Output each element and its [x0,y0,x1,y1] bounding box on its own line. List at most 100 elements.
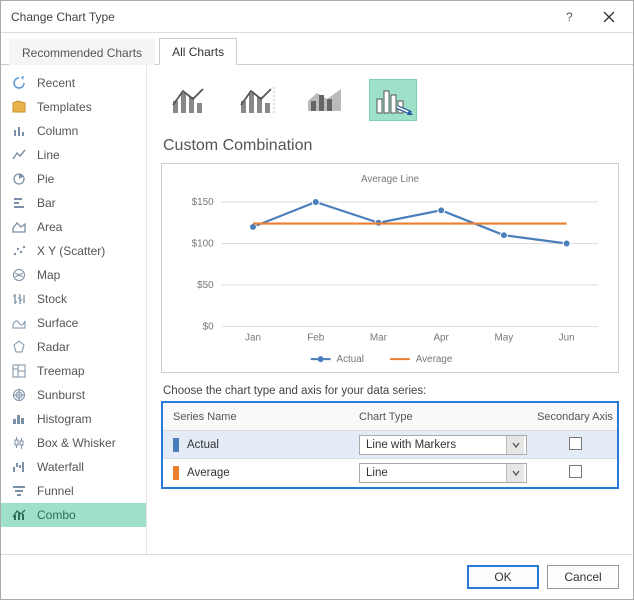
sidebar-item-label: Radar [37,340,70,354]
header-secondary-axis: Secondary Axis [533,411,617,423]
svg-text:?: ? [566,11,573,23]
sidebar-item-label: Treemap [37,364,85,378]
tab-row: Recommended Charts All Charts [1,37,633,65]
secondary-axis-checkbox-actual[interactable] [569,437,582,450]
subtype-icon [169,83,209,117]
sidebar-item-sunburst[interactable]: Sunburst [1,383,146,407]
sidebar-item-histogram[interactable]: Histogram [1,407,146,431]
sidebar-item-xyscatter[interactable]: X Y (Scatter) [1,239,146,263]
radar-icon [11,339,27,355]
series-name: Actual [187,439,219,451]
svg-text:Mar: Mar [370,332,388,343]
series-row-actual[interactable]: Actual Line with Markers [163,431,617,459]
chart-category-sidebar: Recent Templates Column Line Pie Bar [1,65,147,554]
change-chart-type-dialog: Change Chart Type ? Recommended Charts A… [0,0,634,600]
stock-icon [11,291,27,307]
sunburst-icon [11,387,27,403]
subtype-stacked-area-column[interactable] [301,79,349,121]
series-table: Series Name Chart Type Secondary Axis Ac… [161,401,619,489]
tab-all-charts[interactable]: All Charts [159,38,237,65]
sidebar-item-funnel[interactable]: Funnel [1,479,146,503]
sidebar-item-radar[interactable]: Radar [1,335,146,359]
chart-type-dropdown-average[interactable]: Line [359,463,527,483]
chart-type-dropdown-actual[interactable]: Line with Markers [359,435,527,455]
subtype-clustered-column-line-secondary[interactable] [233,79,281,121]
sidebar-item-stock[interactable]: Stock [1,287,146,311]
section-title: Custom Combination [163,137,619,155]
series-swatch [173,466,179,480]
sidebar-item-recent[interactable]: Recent [1,71,146,95]
dropdown-value: Line with Markers [366,439,456,451]
header-series-name: Series Name [163,411,353,423]
svg-text:Average Line: Average Line [361,174,420,185]
sidebar-item-combo[interactable]: Combo [1,503,146,527]
series-instruction: Choose the chart type and axis for your … [163,385,619,397]
sidebar-item-label: Waterfall [37,460,84,474]
svg-text:$150: $150 [192,197,215,208]
scatter-icon [11,243,27,259]
series-table-header: Series Name Chart Type Secondary Axis [163,403,617,431]
svg-text:Jun: Jun [559,332,575,343]
svg-text:$50: $50 [197,280,214,291]
svg-text:Average: Average [416,354,453,365]
area-icon [11,219,27,235]
help-button[interactable]: ? [549,3,589,31]
svg-text:$0: $0 [203,321,215,332]
sidebar-item-label: Column [37,124,78,138]
chart-preview: Average Line$0$50$100$150JanFebMarAprMay… [161,163,619,373]
dialog-body: Recent Templates Column Line Pie Bar [1,65,633,554]
sidebar-item-label: Sunburst [37,388,85,402]
column-icon [11,123,27,139]
sidebar-item-boxwhisker[interactable]: Box & Whisker [1,431,146,455]
recent-icon [11,75,27,91]
series-row-average[interactable]: Average Line [163,459,617,487]
tab-recommended-charts[interactable]: Recommended Charts [9,39,155,65]
sidebar-item-label: Recent [37,76,75,90]
funnel-icon [11,483,27,499]
sidebar-item-label: Histogram [37,412,92,426]
sidebar-item-column[interactable]: Column [1,119,146,143]
sidebar-item-pie[interactable]: Pie [1,167,146,191]
svg-text:Jan: Jan [245,332,261,343]
sidebar-item-label: Stock [37,292,67,306]
subtype-clustered-column-line[interactable] [165,79,213,121]
histogram-icon [11,411,27,427]
treemap-icon [11,363,27,379]
close-icon [603,11,615,23]
help-icon: ? [563,11,575,23]
series-name: Average [187,467,230,479]
sidebar-item-templates[interactable]: Templates [1,95,146,119]
combo-subtype-row [165,79,619,121]
sidebar-item-label: Templates [37,100,92,114]
sidebar-item-waterfall[interactable]: Waterfall [1,455,146,479]
sidebar-item-label: X Y (Scatter) [37,244,105,258]
sidebar-item-label: Funnel [37,484,74,498]
sidebar-item-bar[interactable]: Bar [1,191,146,215]
subtype-custom-combination[interactable] [369,79,417,121]
sidebar-item-label: Bar [37,196,56,210]
sidebar-item-area[interactable]: Area [1,215,146,239]
svg-text:May: May [495,332,514,343]
line-icon [11,147,27,163]
dialog-buttons: OK Cancel [1,554,633,599]
header-chart-type: Chart Type [353,411,533,423]
close-button[interactable] [589,3,629,31]
sidebar-item-map[interactable]: Map [1,263,146,287]
sidebar-item-label: Pie [37,172,54,186]
cancel-button[interactable]: Cancel [547,565,619,589]
main-panel: Custom Combination Average Line$0$50$100… [147,65,633,554]
templates-icon [11,99,27,115]
series-swatch [173,438,179,452]
secondary-axis-checkbox-average[interactable] [569,465,582,478]
chevron-down-icon [506,464,524,482]
waterfall-icon [11,459,27,475]
sidebar-item-treemap[interactable]: Treemap [1,359,146,383]
ok-button[interactable]: OK [467,565,539,589]
sidebar-item-surface[interactable]: Surface [1,311,146,335]
chart-svg: Average Line$0$50$100$150JanFebMarAprMay… [162,164,618,372]
dropdown-value: Line [366,467,388,479]
sidebar-item-line[interactable]: Line [1,143,146,167]
subtype-icon [373,83,413,117]
sidebar-item-label: Box & Whisker [37,436,116,450]
bar-icon [11,195,27,211]
